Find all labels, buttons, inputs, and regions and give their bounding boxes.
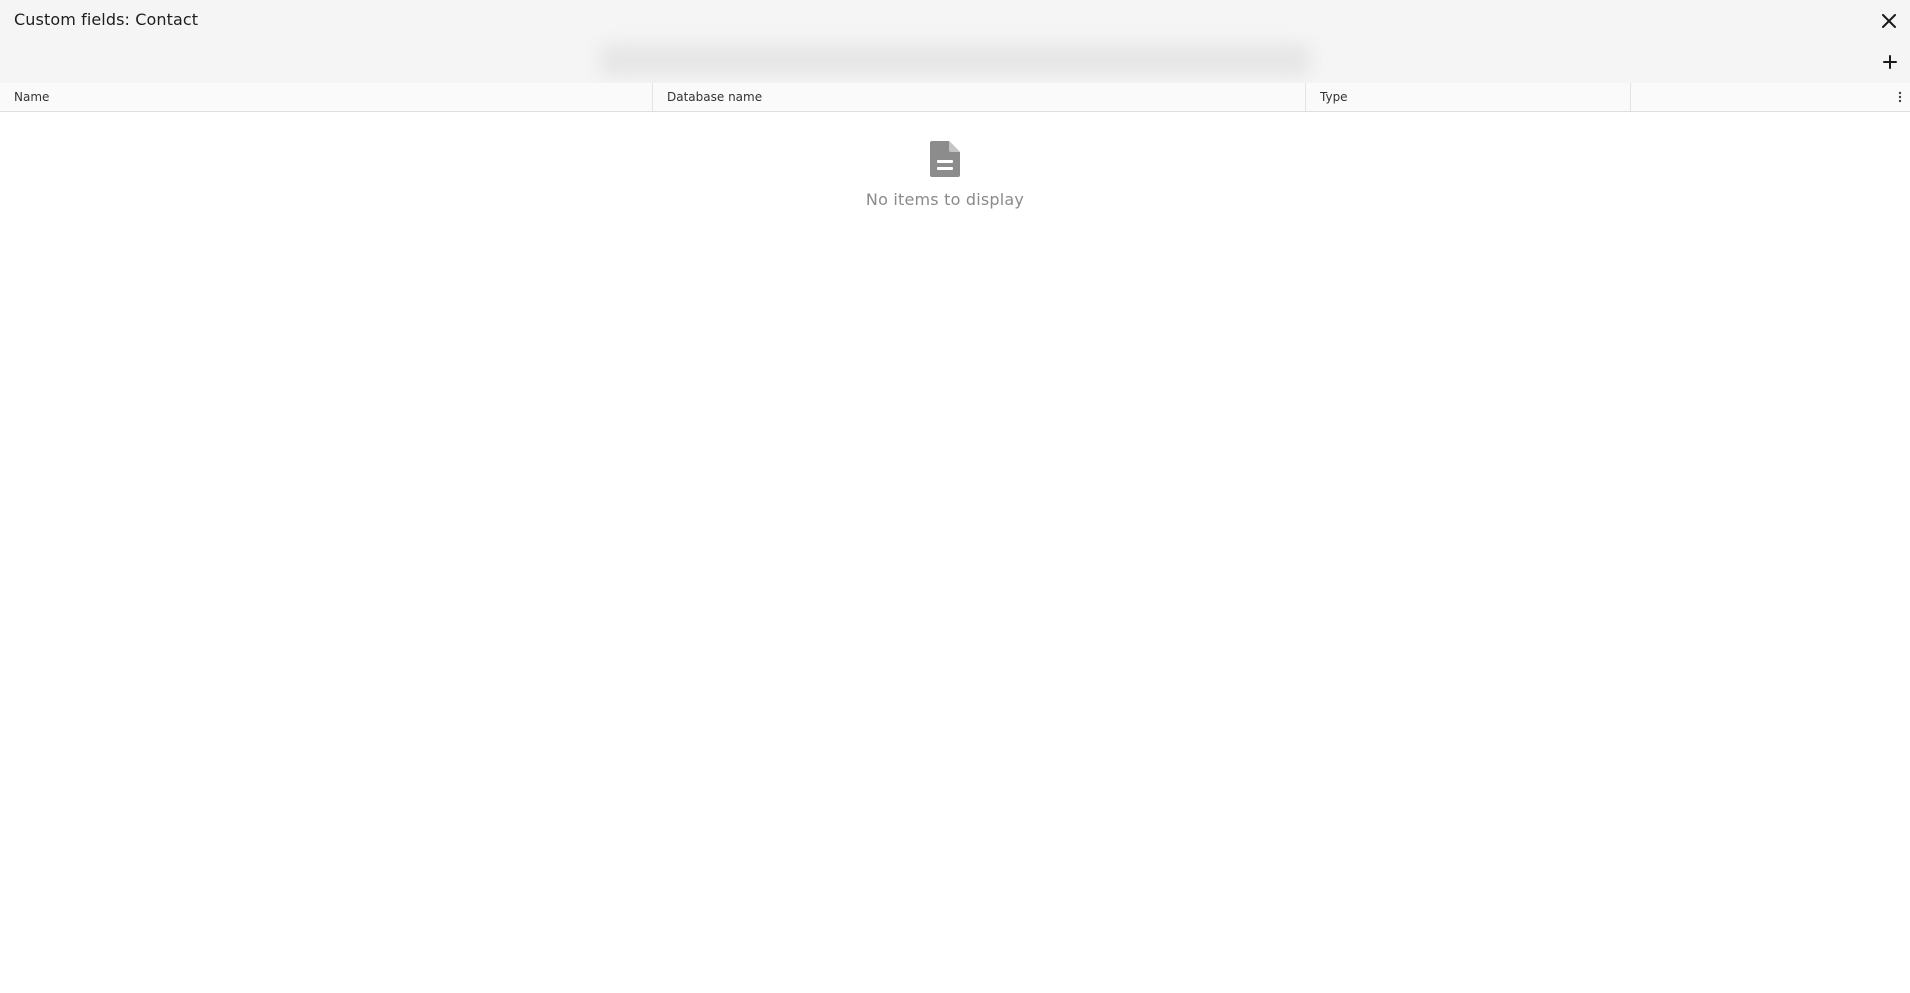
dialog-header: Custom fields: Contact [0, 0, 1910, 84]
column-header-label: Name [14, 90, 50, 104]
close-icon [1882, 14, 1896, 28]
document-icon [930, 141, 960, 177]
column-header-actions [1631, 83, 1910, 111]
column-header-type[interactable]: Type [1306, 83, 1631, 111]
dialog-title: Custom fields: Contact [14, 10, 199, 29]
empty-state-message: No items to display [865, 190, 1025, 209]
column-header-name[interactable]: Name [0, 83, 653, 111]
column-header-database-name[interactable]: Database name [653, 83, 1306, 111]
blurred-search-area [600, 44, 1310, 76]
column-menu-button[interactable] [1896, 89, 1904, 105]
custom-fields-dialog: Custom fields: Contact Name Database nam… [0, 0, 1910, 993]
vertical-dots-icon [1898, 91, 1902, 103]
column-header-label: Type [1320, 90, 1348, 104]
add-field-button[interactable] [1878, 50, 1902, 74]
column-header-label: Database name [667, 90, 763, 104]
plus-icon [1883, 55, 1897, 69]
table-header: Name Database name Type [0, 83, 1910, 112]
close-button[interactable] [1877, 9, 1901, 33]
empty-state: No items to display [0, 140, 1890, 209]
